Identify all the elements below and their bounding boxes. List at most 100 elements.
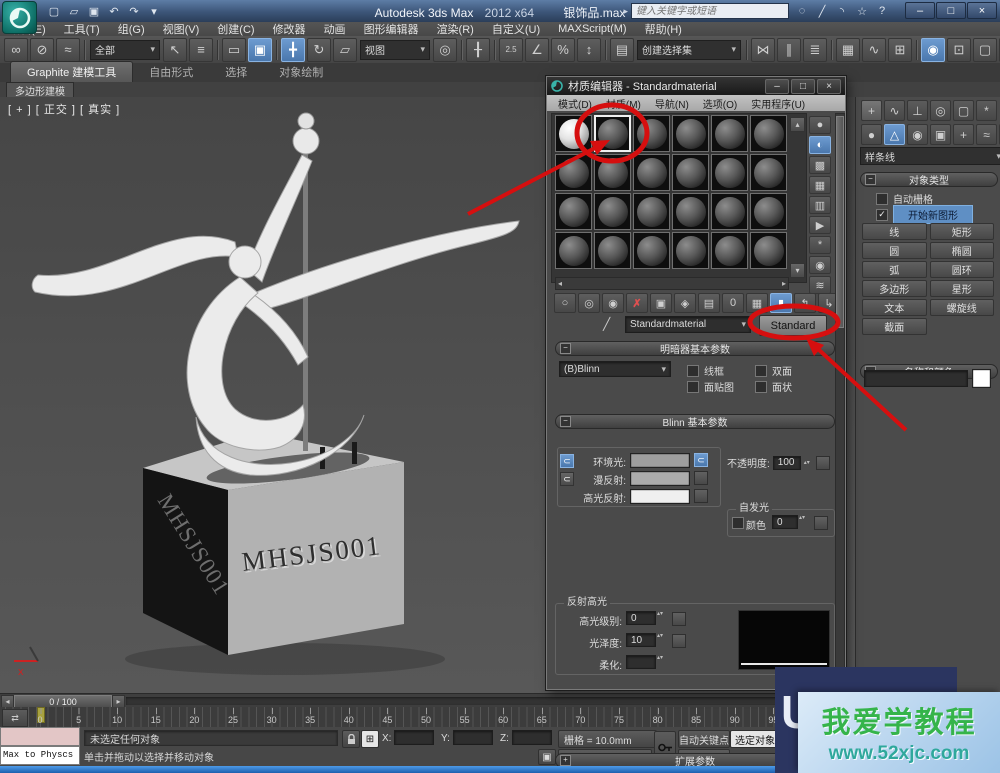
mat-menu-navigation[interactable]: 导航(N): [648, 96, 696, 111]
auto-key-button[interactable]: 自动关键点: [678, 730, 730, 748]
glossiness-spinner[interactable]: ▴▾: [657, 633, 666, 639]
sample-slot-22[interactable]: [672, 232, 709, 269]
make-preview-icon[interactable]: ▶: [809, 216, 831, 234]
shape-text-button[interactable]: 文本: [862, 299, 927, 316]
tab-modify-icon[interactable]: ∿: [884, 100, 905, 121]
shape-arc-button[interactable]: 弧: [862, 261, 927, 278]
sample-uv-tiling-icon[interactable]: ▦: [809, 176, 831, 194]
category-cameras-icon[interactable]: ▣: [930, 124, 951, 145]
angle-snap-icon[interactable]: ∠: [525, 38, 549, 62]
material-map-navigator-icon[interactable]: ≋: [809, 276, 831, 294]
self-illum-value[interactable]: 0: [772, 515, 798, 529]
sample-slot-2[interactable]: [594, 115, 631, 152]
select-and-rotate-icon[interactable]: ↻: [307, 38, 331, 62]
ribbon-tab-graphite[interactable]: Graphite 建模工具: [10, 61, 133, 82]
percent-snap-icon[interactable]: %: [551, 38, 575, 62]
scroll-right-icon[interactable]: ▸: [782, 279, 788, 288]
dialog-close-button[interactable]: ×: [817, 79, 841, 94]
sample-slot-14[interactable]: [594, 193, 631, 230]
select-and-move-icon[interactable]: ╋: [281, 38, 305, 62]
reference-coordinate-dropdown[interactable]: 视图▾: [360, 40, 430, 60]
curve-editor-icon[interactable]: ∿: [862, 38, 886, 62]
sample-slot-8[interactable]: [594, 154, 631, 191]
faceted-checkbox[interactable]: [755, 381, 767, 393]
mat-menu-utilities[interactable]: 实用程序(U): [744, 96, 812, 111]
menu-animation[interactable]: 动画: [315, 22, 355, 36]
material-name-dropdown[interactable]: Standardmaterial ▾: [625, 316, 751, 333]
sample-slot-13[interactable]: [555, 193, 592, 230]
undo-icon[interactable]: ↶: [105, 3, 123, 19]
minimize-button[interactable]: –: [905, 2, 935, 19]
menu-group[interactable]: 组(G): [109, 22, 154, 36]
sample-slot-12[interactable]: [750, 154, 787, 191]
tab-utilities-icon[interactable]: *: [976, 100, 997, 121]
show-map-in-viewport-icon[interactable]: ▦: [746, 293, 768, 313]
bind-to-space-warp-icon[interactable]: ≈: [56, 38, 80, 62]
dialog-maximize-button[interactable]: □: [791, 79, 815, 94]
sample-slot-24[interactable]: [750, 232, 787, 269]
shape-circle-button[interactable]: 圆: [862, 242, 927, 259]
layer-manager-icon[interactable]: ≣: [803, 38, 827, 62]
z-coord-field[interactable]: [512, 730, 552, 745]
sample-slot-17[interactable]: [711, 193, 748, 230]
self-illum-map-button[interactable]: [814, 516, 828, 530]
soften-spinner[interactable]: ▴▾: [657, 655, 666, 661]
open-mini-curve-editor-icon[interactable]: ⇄: [2, 709, 28, 727]
shape-rectangle-button[interactable]: 矩形: [930, 223, 995, 240]
sample-type-icon[interactable]: ●: [809, 116, 831, 134]
object-name-input[interactable]: [864, 370, 968, 387]
spinner-snap-icon[interactable]: ↕: [577, 38, 601, 62]
ribbon-tab-freeform[interactable]: 自由形式: [133, 62, 209, 82]
self-illum-spinner[interactable]: ▴▾: [799, 515, 808, 521]
mat-menu-material[interactable]: 材质(M): [599, 96, 648, 111]
sample-slot-5[interactable]: [711, 115, 748, 152]
sample-slot-7[interactable]: [555, 154, 592, 191]
search-icon[interactable]: ◌: [793, 3, 811, 19]
dialog-scrollbar[interactable]: [835, 113, 845, 685]
time-slider-track[interactable]: [126, 697, 848, 705]
shader-type-dropdown[interactable]: (B)Blinn ▾: [559, 361, 671, 377]
make-material-copy-icon[interactable]: ▣: [650, 293, 672, 313]
sample-slot-20[interactable]: [594, 232, 631, 269]
sample-slot-15[interactable]: [633, 193, 670, 230]
video-color-check-icon[interactable]: ▥: [809, 196, 831, 214]
absolute-mode-icon[interactable]: ⊞: [361, 730, 379, 748]
y-coord-field[interactable]: [453, 730, 493, 745]
rendered-frame-window-icon[interactable]: ▢: [973, 38, 997, 62]
shape-donut-button[interactable]: 圆环: [930, 261, 995, 278]
sample-slot-11[interactable]: [711, 154, 748, 191]
select-and-link-icon[interactable]: ∞: [4, 38, 28, 62]
rectangular-selection-icon[interactable]: ▭: [222, 38, 246, 62]
opacity-value[interactable]: 100: [773, 456, 801, 470]
category-geometry-icon[interactable]: ●: [861, 124, 882, 145]
subcategory-dropdown[interactable]: 样条线 ▾: [860, 147, 1000, 165]
schematic-view-icon[interactable]: ⊞: [888, 38, 912, 62]
tab-motion-icon[interactable]: ◎: [930, 100, 951, 121]
shape-ngon-button[interactable]: 多边形: [862, 280, 927, 297]
start-new-shape-checkbox[interactable]: [876, 209, 888, 221]
background-icon[interactable]: ▩: [809, 156, 831, 174]
ribbon-tab-selection[interactable]: 选择: [209, 62, 263, 82]
dialog-minimize-button[interactable]: –: [765, 79, 789, 94]
select-and-manipulate-icon[interactable]: ╂: [466, 38, 490, 62]
communication-center-icon[interactable]: ╱: [813, 3, 831, 19]
category-helpers-icon[interactable]: +: [953, 124, 974, 145]
sample-slot-9[interactable]: [633, 154, 670, 191]
sample-slot-23[interactable]: [711, 232, 748, 269]
select-by-name-icon[interactable]: ≡: [189, 38, 213, 62]
dialog-title-bar[interactable]: 材质编辑器 - Standardmaterial –□×: [547, 77, 845, 95]
save-file-icon[interactable]: ▣: [85, 3, 103, 19]
options-icon[interactable]: *: [809, 236, 831, 254]
menu-modifiers[interactable]: 修改器: [264, 22, 315, 36]
redo-icon[interactable]: ↷: [125, 3, 143, 19]
sample-slot-1[interactable]: [555, 115, 592, 152]
backlight-icon[interactable]: ◐: [809, 136, 831, 154]
start-new-shape-button[interactable]: 开始新图形: [893, 205, 973, 224]
menu-maxscript[interactable]: MAXScript(M): [549, 22, 635, 36]
slots-scroll-up-icon[interactable]: ▴: [790, 117, 805, 132]
diffuse-map-button[interactable]: [694, 471, 708, 485]
maximize-button[interactable]: □: [936, 2, 966, 19]
tab-create-icon[interactable]: +: [861, 100, 882, 121]
category-shapes-icon[interactable]: △: [884, 124, 905, 145]
specular-color-swatch[interactable]: [630, 489, 690, 504]
